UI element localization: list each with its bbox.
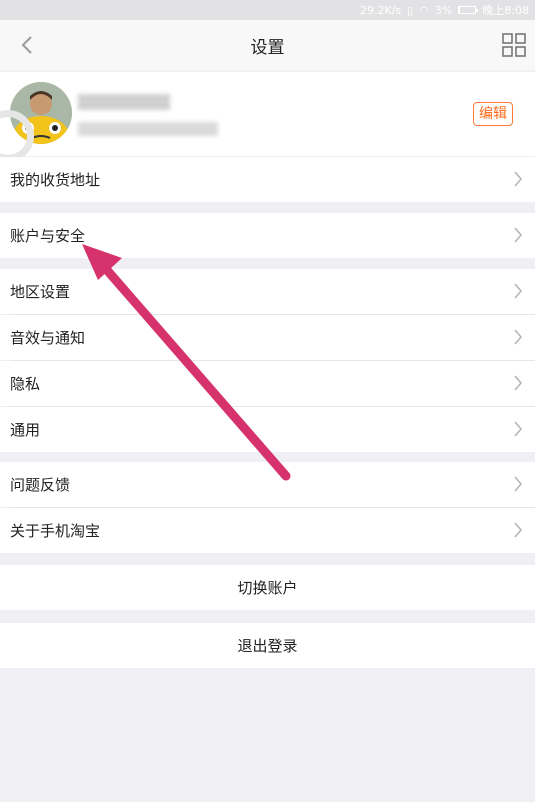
logout-button[interactable]: 退出登录: [0, 623, 535, 668]
switch-account-label: 切换账户: [237, 579, 298, 597]
network-speed: 29.2K/s: [360, 3, 402, 17]
status-bar: 29.2K/s ▯ ◠ 3% 晚上8:08: [0, 0, 535, 20]
menu-item-feedback[interactable]: 问题反馈: [0, 462, 535, 507]
clock: 晚上8:08: [482, 4, 529, 17]
grid-icon: [502, 33, 526, 57]
menu-item-label: 音效与通知: [10, 329, 86, 347]
username-blurred: [78, 94, 170, 110]
chevron-right-icon: [514, 375, 523, 391]
chevron-right-icon: [514, 171, 523, 187]
battery-icon: [458, 6, 479, 14]
menu-item-sound-notify[interactable]: 音效与通知: [0, 315, 535, 360]
battery-percent: 3%: [434, 3, 453, 17]
chevron-right-icon: [514, 421, 523, 437]
vibrate-icon: ▯: [407, 3, 414, 17]
profile-card[interactable]: 编辑: [0, 72, 535, 156]
menu-item-general[interactable]: 通用: [0, 407, 535, 452]
nav-bar: 设置: [0, 20, 535, 70]
chevron-left-icon: [21, 36, 32, 54]
edit-profile-button[interactable]: 编辑: [473, 102, 513, 126]
menu-item-account-security[interactable]: 账户与安全: [0, 213, 535, 258]
qr-grid-button[interactable]: [501, 32, 527, 58]
chevron-right-icon: [514, 283, 523, 299]
switch-account-button[interactable]: 切换账户: [0, 565, 535, 610]
menu-item-region[interactable]: 地区设置: [0, 269, 535, 314]
menu-item-about[interactable]: 关于手机淘宝: [0, 508, 535, 553]
menu-item-privacy[interactable]: 隐私: [0, 361, 535, 406]
menu-item-label: 地区设置: [10, 283, 71, 301]
logout-label: 退出登录: [237, 637, 298, 655]
menu-item-address[interactable]: 我的收货地址: [0, 157, 535, 202]
nickname-blurred: [78, 122, 218, 136]
wifi-icon: ◠: [419, 3, 429, 17]
chevron-right-icon: [514, 329, 523, 345]
page-title: 设置: [250, 37, 285, 58]
chevron-right-icon: [514, 476, 523, 492]
menu-item-label: 账户与安全: [10, 227, 86, 245]
chevron-right-icon: [514, 522, 523, 538]
back-button[interactable]: [12, 30, 42, 60]
menu-item-label: 关于手机淘宝: [10, 522, 101, 540]
menu-item-label: 通用: [10, 421, 41, 439]
menu-item-label: 问题反馈: [10, 476, 71, 494]
menu-item-label: 我的收货地址: [10, 171, 101, 189]
menu-item-label: 隐私: [10, 375, 41, 393]
chevron-right-icon: [514, 227, 523, 243]
